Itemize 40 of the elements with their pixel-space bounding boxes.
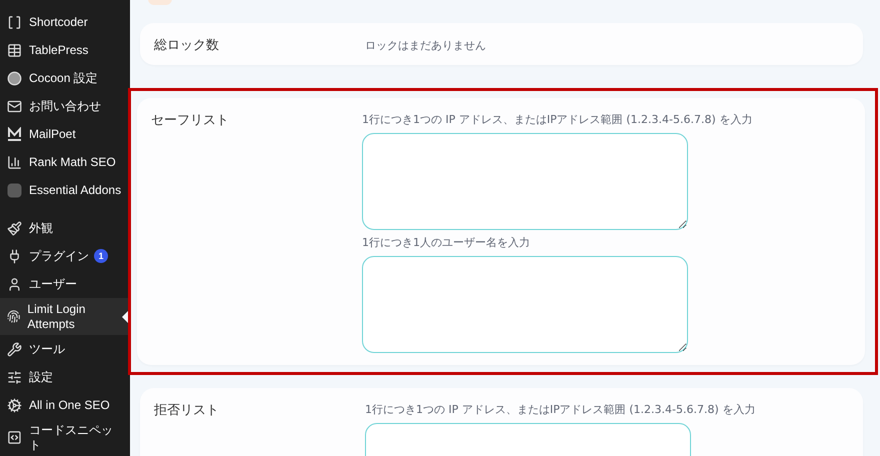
- user-icon: [7, 276, 22, 292]
- sidebar-item[interactable]: Rank Math SEO: [0, 148, 130, 176]
- code-icon: [7, 430, 22, 445]
- shortcode-icon: [7, 14, 22, 30]
- sidebar-item[interactable]: お問い合わせ: [0, 92, 130, 120]
- sidebar-item[interactable]: Shortcoder: [0, 8, 130, 36]
- table-icon: [7, 42, 22, 58]
- paintbrush-icon: [7, 220, 22, 236]
- sliders-icon: [7, 370, 22, 384]
- wrench-icon: [7, 342, 22, 356]
- plug-icon: [7, 248, 22, 264]
- update-count-badge: 1: [94, 249, 108, 263]
- field-hint: 1行につき1つの IP アドレス、またはIPアドレス範囲 (1.2.3.4-5.6.7.8) を入力: [362, 112, 752, 127]
- circle-icon: [7, 70, 22, 86]
- section-title: セーフリスト: [151, 112, 230, 130]
- field-hint: 1行につき1人のユーザー名を入力: [362, 235, 531, 250]
- sidebar-item[interactable]: ツール: [0, 335, 130, 363]
- sidebar-item[interactable]: ユーザー: [0, 270, 130, 298]
- mail-icon: [7, 98, 22, 114]
- section-value: ロックはまだありません: [365, 38, 486, 54]
- section-title: 拒否リスト: [154, 402, 220, 420]
- sidebar-item[interactable]: TablePress: [0, 36, 130, 64]
- section-title: 総ロック数: [154, 37, 220, 54]
- gear-icon: [7, 398, 22, 412]
- sidebar-item[interactable]: MailPoet: [0, 120, 130, 148]
- bar-chart-icon: [7, 154, 22, 170]
- list-input-field[interactable]: [362, 133, 688, 230]
- sidebar-item[interactable]: 設定: [0, 363, 130, 391]
- sidebar-item[interactable]: 外観: [0, 214, 130, 242]
- fingerprint-icon: [7, 309, 20, 324]
- sidebar-item[interactable]: All in One SEO: [0, 391, 130, 419]
- sidebar-item[interactable]: Cocoon 設定: [0, 64, 130, 92]
- list-input-field[interactable]: [362, 256, 688, 353]
- sidebar-item[interactable]: Limit Login Attempts: [0, 298, 130, 335]
- ea-logo-icon: [7, 182, 22, 198]
- field-hint: 1行につき1つの IP アドレス、またはIPアドレス範囲 (1.2.3.4-5.6.7.8) を入力: [365, 402, 756, 417]
- sidebar-item[interactable]: プラグイン 1: [0, 242, 130, 270]
- m-logo-icon: [7, 126, 22, 142]
- sidebar-item[interactable]: コードスニペット: [0, 419, 130, 456]
- sidebar-item[interactable]: Essential Addons: [0, 176, 130, 204]
